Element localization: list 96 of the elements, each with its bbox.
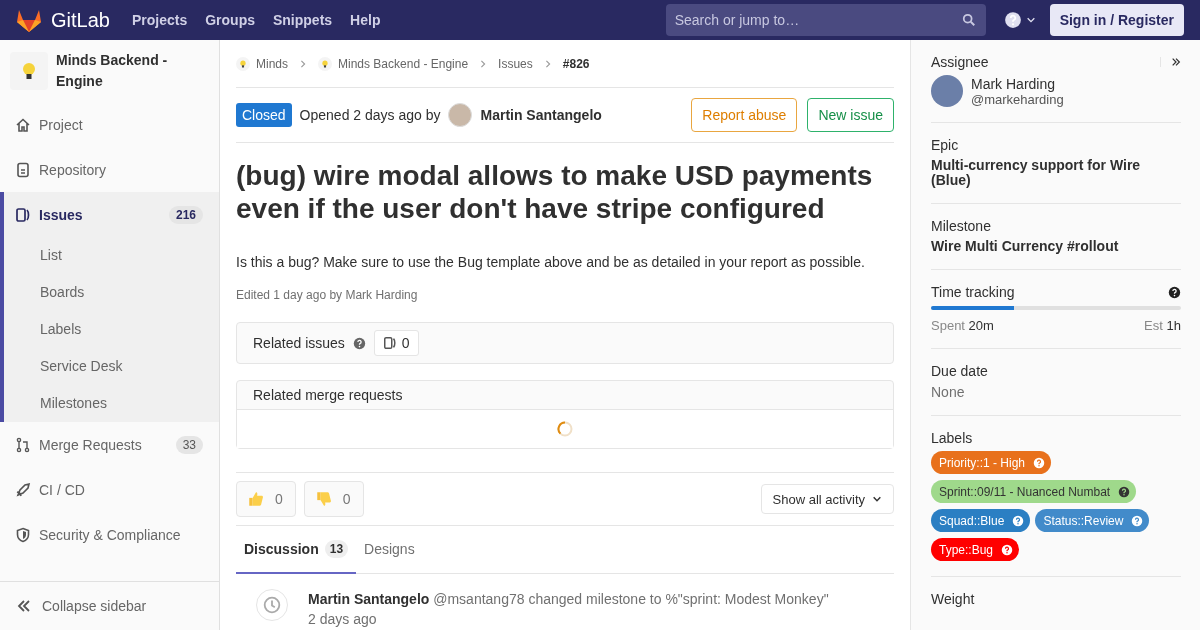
label-tag[interactable]: Priority::1 - High	[931, 451, 1052, 474]
breadcrumb-link[interactable]: Issues	[498, 56, 533, 71]
count-badge: 33	[175, 435, 203, 454]
help-icon	[1033, 456, 1046, 469]
edited-text: Edited 1 day ago by Mark Harding	[236, 288, 419, 302]
lightbulb-icon	[236, 56, 250, 71]
help-icon	[352, 336, 366, 350]
sidebar-subitem[interactable]: Service Desk	[4, 348, 219, 385]
breadcrumb-link[interactable]: Minds	[256, 56, 288, 71]
shield-icon	[15, 526, 31, 543]
lightbulb-icon	[318, 56, 332, 71]
nav-link[interactable]: Help	[350, 8, 381, 32]
reaction-button[interactable]: 0	[303, 481, 364, 517]
section-title: Milestone	[931, 218, 991, 234]
issues-icon	[15, 206, 31, 223]
count-badge: 216	[168, 205, 203, 224]
help-icon	[1012, 514, 1025, 527]
label-tag[interactable]: Squad::Blue	[931, 509, 1031, 532]
status-badge: Closed	[236, 103, 292, 127]
merge-request-icon	[15, 436, 31, 453]
help-icon	[1001, 543, 1014, 556]
sidebar-item[interactable]: Project	[0, 102, 219, 147]
nav-link[interactable]: Projects	[131, 8, 188, 32]
label-tag[interactable]: Status::Review	[1035, 509, 1150, 532]
nav-link[interactable]: Groups	[205, 8, 255, 32]
section-title: Due date	[931, 363, 988, 379]
rocket-icon	[15, 481, 31, 498]
double-chevron-right-icon	[1171, 57, 1181, 67]
sidebar-item[interactable]: Merge Requests 33	[0, 422, 219, 467]
section-title: Related issues	[253, 335, 345, 351]
tab[interactable]: Discussion 13	[236, 526, 357, 574]
help-icon	[1118, 485, 1131, 498]
chevron-right-icon	[479, 59, 488, 68]
sidebar-subitem[interactable]: Boards	[4, 274, 219, 311]
label-tag[interactable]: Type::Bug	[931, 538, 1020, 561]
issue-description: Is this a bug? Make sure to use the Bug template above and be as detailed in your report as possible.	[236, 254, 866, 270]
breadcrumb-link[interactable]: Minds Backend - Engine	[338, 56, 469, 71]
document-icon	[15, 161, 31, 178]
epic-link[interactable]: Multi-currency support for Wire (Blue)	[931, 158, 1181, 188]
section-title: Labels	[931, 430, 973, 446]
chevron-down-icon	[872, 494, 882, 504]
reaction-button[interactable]: 0	[236, 481, 296, 517]
home-icon	[15, 116, 31, 133]
sidebar-item[interactable]: Issues 216	[4, 192, 219, 237]
sidebar-item[interactable]: Security & Compliance	[0, 512, 219, 557]
breadcrumb-link[interactable]: #826	[562, 56, 590, 71]
search-field[interactable]: Search or jump to…	[665, 4, 986, 36]
count-badge: 13	[324, 540, 349, 558]
sidebar-subitem[interactable]: Milestones	[4, 385, 219, 422]
brand-name[interactable]: GitLab	[51, 8, 110, 32]
tab[interactable]: Designs	[356, 526, 423, 574]
chevron-down-icon	[1025, 15, 1036, 25]
project-avatar-icon	[10, 52, 48, 90]
estimate-value: 1h	[1166, 318, 1181, 333]
milestone-link[interactable]: Wire Multi Currency #rollout	[931, 239, 1181, 254]
issue-title: (bug) wire modal allows to make USD payments even if the user don't have stripe configured	[236, 159, 874, 225]
activity-filter-dropdown[interactable]: Show all activity	[760, 484, 894, 514]
assignee-name[interactable]: Mark Harding	[971, 75, 1064, 92]
note-text: @msantang78 changed milestone to %"sprint: Modest Monkey"	[432, 591, 829, 607]
spent-value: 20m	[968, 318, 994, 333]
help-icon	[1003, 11, 1022, 29]
chevron-right-icon	[299, 59, 307, 68]
clock-icon	[263, 596, 281, 614]
thumbs-up-icon	[247, 490, 265, 508]
fox-logo-icon	[16, 8, 42, 32]
section-title: Epic	[931, 137, 959, 153]
section-title: Weight	[931, 591, 975, 607]
help-icon	[1168, 285, 1181, 299]
section-title: Time tracking	[931, 284, 1015, 300]
project-name[interactable]: Minds Backend - Engine	[56, 50, 209, 92]
spent-label: Spent	[931, 318, 965, 333]
chevron-right-icon	[543, 59, 552, 68]
note-author[interactable]: Martin Santangelo	[308, 591, 430, 607]
sidebar-subitem[interactable]: Labels	[4, 311, 219, 348]
label-tag[interactable]: Sprint::09/11 - Nuanced Numbat	[931, 480, 1137, 503]
help-dropdown[interactable]	[1003, 11, 1036, 29]
help-icon	[1131, 514, 1144, 527]
issue-count-button[interactable]: 0	[373, 330, 419, 356]
note-time: 2 days ago	[308, 610, 378, 629]
search-icon	[961, 13, 976, 27]
double-chevron-left-icon	[16, 598, 32, 614]
sidebar-item[interactable]: Repository	[0, 147, 219, 192]
estimate-label: Est	[1144, 318, 1163, 333]
section-title: Assignee	[931, 54, 989, 70]
issues-icon	[382, 336, 397, 350]
assignee-avatar[interactable]	[931, 75, 963, 107]
sidebar-subitem[interactable]: List	[4, 237, 219, 274]
nav-link[interactable]: Snippets	[272, 8, 333, 32]
new-issue-button[interactable]: New issue	[807, 98, 894, 132]
sign-in-button[interactable]: Sign in / Register	[1049, 4, 1184, 36]
opened-text: Opened 2 days ago by	[299, 107, 441, 123]
due-date-value: None	[931, 384, 966, 400]
assignee-username: @markeharding	[971, 91, 1064, 107]
thumbs-down-icon	[314, 490, 333, 508]
author-link[interactable]: Martin Santangelo	[480, 107, 602, 123]
sidebar-item[interactable]: CI / CD	[0, 467, 219, 512]
